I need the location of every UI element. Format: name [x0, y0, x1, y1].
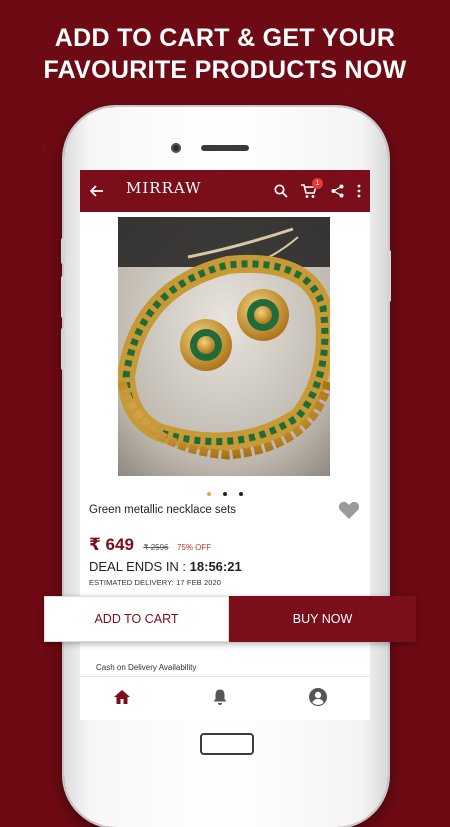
heart-icon[interactable]	[338, 500, 360, 520]
discount-label: 75% OFF	[176, 543, 212, 552]
cta-bar: ADD TO CART BUY NOW	[44, 596, 416, 642]
phone-volume-down-button	[61, 328, 65, 370]
home-icon[interactable]	[110, 685, 134, 709]
deal-label: DEAL ENDS IN :	[89, 559, 190, 574]
phone-home-button	[200, 733, 254, 755]
carousel-dot[interactable]	[207, 492, 211, 496]
back-arrow-icon[interactable]	[84, 170, 110, 212]
estimated-delivery: ESTIMATED DELIVERY: 17 FEB 2020	[89, 578, 222, 587]
more-vert-icon[interactable]	[352, 170, 366, 212]
product-title: Green metallic necklace sets	[89, 504, 237, 516]
buy-now-button[interactable]: BUY NOW	[229, 596, 416, 642]
deal-countdown: 18:56:21	[189, 559, 242, 574]
cart-icon[interactable]: 1	[295, 170, 323, 212]
current-price: ₹ 649	[89, 535, 134, 554]
bottom-navigation	[80, 677, 370, 720]
bell-icon[interactable]	[208, 685, 232, 709]
app-bar: MIRRAW 1	[80, 170, 370, 212]
account-icon[interactable]	[306, 685, 330, 709]
promo-line-2: FAVOURITE PRODUCTS NOW	[43, 56, 407, 84]
cod-availability[interactable]: Cash on Delivery Availability	[96, 663, 196, 672]
deal-timer: DEAL ENDS IN : 18:56:21	[89, 559, 242, 574]
phone-camera	[171, 143, 181, 153]
product-image[interactable]	[118, 217, 330, 476]
original-price: ₹ 2596	[143, 543, 169, 552]
share-icon[interactable]	[327, 170, 347, 212]
carousel-dot[interactable]	[223, 492, 227, 496]
image-carousel-indicator[interactable]	[80, 483, 370, 501]
promo-headline: ADD TO CART & GET YOUR FAVOURITE PRODUCT…	[0, 22, 450, 86]
phone-speaker	[201, 145, 249, 151]
promo-line-1: ADD TO CART & GET YOUR	[54, 24, 396, 52]
cart-count-badge: 1	[312, 178, 323, 189]
price-row: ₹ 649 ₹ 2596 75% OFF	[89, 535, 211, 555]
phone-power-button	[387, 250, 391, 302]
add-to-cart-button[interactable]: ADD TO CART	[44, 596, 229, 642]
carousel-dot[interactable]	[239, 492, 243, 496]
search-icon[interactable]	[270, 170, 292, 212]
phone-volume-up-button	[61, 276, 65, 318]
mirraw-logo[interactable]: MIRRAW	[126, 179, 202, 197]
phone-side-button	[61, 238, 65, 264]
